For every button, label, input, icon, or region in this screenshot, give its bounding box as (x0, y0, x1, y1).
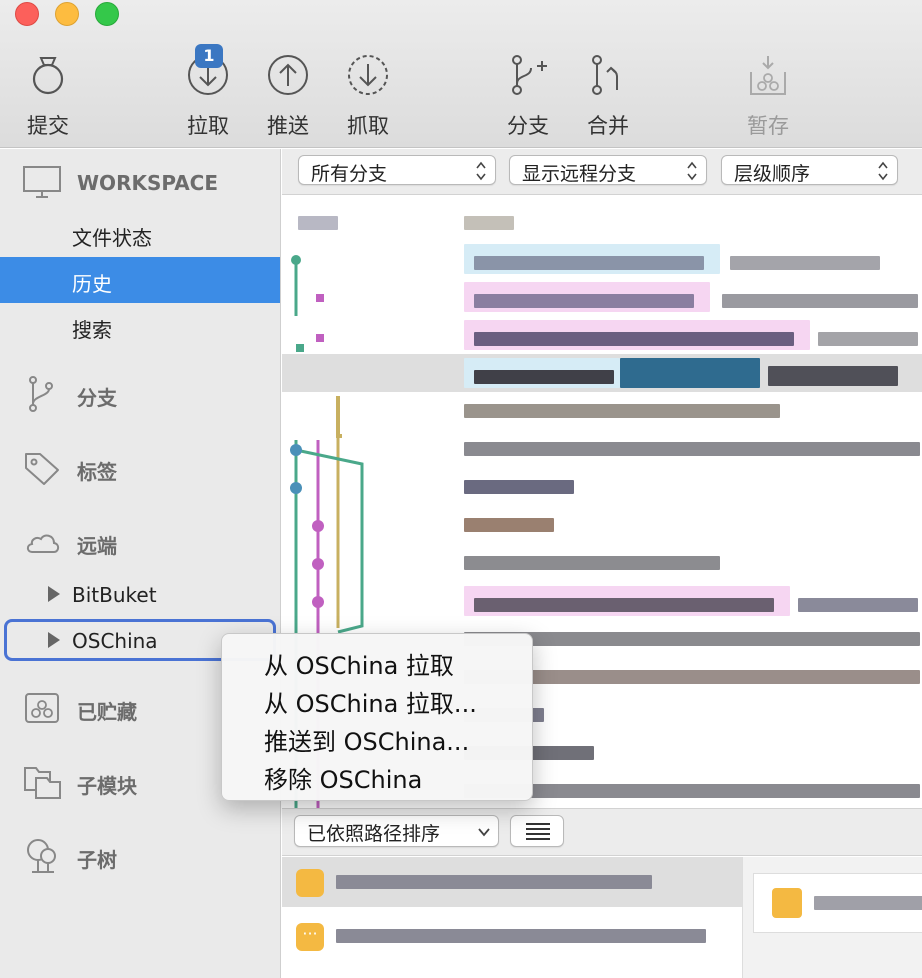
sidebar-item-label: 历史 (72, 272, 112, 296)
subtree-icon (27, 839, 56, 873)
commit-label: 提交 (27, 114, 69, 138)
menu-item-label: 移除 OSChina (264, 766, 423, 794)
chevron-down-icon (478, 828, 490, 837)
branch-label: 分支 (507, 114, 549, 138)
remote-label: BitBuket (72, 583, 157, 607)
section-label: 子模块 (77, 774, 137, 798)
list-view-button[interactable] (510, 815, 564, 847)
menu-item-push-to-remote[interactable]: 推送到 OSChina... (222, 718, 534, 756)
merge-button[interactable]: 合并 (568, 50, 648, 142)
merge-label: 合并 (587, 114, 629, 138)
modified-file-icon (772, 888, 802, 918)
sidebar-section-remotes[interactable]: 远端 (0, 522, 281, 562)
more-file-icon: ··· (296, 923, 324, 951)
menu-item-remove-remote[interactable]: 移除 OSChina (222, 756, 534, 794)
fetch-icon (348, 55, 388, 95)
stash-icon (750, 56, 786, 95)
diff-header (753, 873, 922, 933)
section-label: 远端 (77, 534, 117, 558)
disclosure-triangle-icon[interactable] (48, 586, 60, 602)
monitor-icon (23, 166, 61, 198)
remote-filter-select[interactable]: 显示远程分支 (509, 155, 707, 185)
push-label: 推送 (267, 114, 309, 138)
merge-icon (592, 55, 618, 95)
branch-filter-value: 所有分支 (311, 163, 388, 185)
pull-button[interactable]: 1 拉取 (168, 44, 248, 142)
branch-button[interactable]: 分支 (488, 50, 568, 142)
menu-item-label: 推送到 OSChina... (264, 728, 470, 756)
submodule-icon (24, 767, 61, 799)
branch-filter-select[interactable]: 所有分支 (298, 155, 496, 185)
commit-button[interactable]: 提交 (8, 50, 88, 142)
workspace-label: WORKSPACE (77, 171, 219, 195)
sidebar-item-label: 搜索 (72, 318, 112, 342)
stash-label: 暂存 (747, 114, 789, 138)
sidebar-item-search[interactable]: 搜索 (0, 303, 280, 349)
branch-icon (29, 376, 53, 412)
fetch-button[interactable]: 抓取 (328, 50, 408, 142)
section-label: 子树 (77, 848, 117, 872)
remote-filter-value: 显示远程分支 (522, 163, 637, 185)
cloud-icon (26, 534, 60, 553)
section-label: 已贮藏 (77, 700, 137, 724)
list-view-icon (526, 823, 550, 840)
sort-mode-value: 已依照路径排序 (307, 823, 441, 845)
menu-item-label: 从 OSChina 拉取 (264, 652, 454, 680)
sidebar: WORKSPACE 文件状态 历史 搜索 分支 标签 远端 BitBuket O… (0, 149, 281, 978)
filter-bar: 所有分支 显示远程分支 层级顺序 (282, 149, 922, 195)
modified-file-icon (296, 869, 324, 897)
disclosure-triangle-icon[interactable] (48, 632, 60, 648)
remote-label: OSChina (72, 629, 158, 653)
fetch-label: 抓取 (347, 114, 389, 138)
sidebar-section-subtrees[interactable]: 子树 (0, 836, 281, 876)
minimize-window-button[interactable] (55, 2, 79, 26)
push-button[interactable]: 推送 (248, 50, 328, 142)
sidebar-item-history[interactable]: 历史 (0, 257, 280, 303)
sidebar-section-tags[interactable]: 标签 (0, 448, 281, 488)
branch-icon (512, 55, 547, 95)
section-label: 分支 (77, 386, 117, 410)
section-label: 标签 (77, 460, 117, 484)
pull-count-badge: 1 (195, 44, 223, 68)
stash-icon (25, 693, 59, 723)
chevron-updown-icon (878, 161, 888, 181)
commit-icon (32, 57, 64, 95)
sort-mode-select[interactable]: 已依照路径排序 (294, 815, 499, 847)
order-filter-value: 层级顺序 (734, 163, 811, 185)
menu-item-label: 从 OSChina 拉取... (264, 690, 477, 718)
file-changes-list[interactable]: ··· (282, 857, 922, 978)
file-row[interactable]: ··· (282, 917, 742, 961)
sidebar-item-file-status[interactable]: 文件状态 (0, 211, 280, 257)
remote-context-menu: 从 OSChina 拉取 从 OSChina 拉取... 推送到 OSChina… (221, 633, 533, 801)
pull-label: 拉取 (187, 114, 229, 138)
sidebar-item-label: 文件状态 (72, 226, 152, 250)
chevron-updown-icon (476, 161, 486, 181)
remote-item-bitbuket[interactable]: BitBuket (0, 573, 280, 615)
file-list-toolbar: 已依照路径排序 (282, 808, 922, 856)
tag-icon (25, 453, 59, 485)
menu-item-pull-from-remote-options[interactable]: 从 OSChina 拉取... (222, 680, 534, 718)
workspace-header[interactable]: WORKSPACE (0, 163, 281, 203)
sidebar-section-branches[interactable]: 分支 (0, 374, 281, 414)
file-row-selected[interactable] (282, 857, 742, 907)
order-filter-select[interactable]: 层级顺序 (721, 155, 898, 185)
menu-item-pull-from-remote[interactable]: 从 OSChina 拉取 (222, 642, 534, 680)
diff-preview-pane (742, 857, 922, 978)
zoom-window-button[interactable] (95, 2, 119, 26)
push-icon (268, 55, 308, 95)
close-window-button[interactable] (15, 2, 39, 26)
stash-button[interactable]: 暂存 (728, 50, 808, 142)
chevron-updown-icon (687, 161, 697, 181)
toolbar: 提交 1 拉取 推送 抓取 分支 合并 暂存 (0, 0, 922, 148)
